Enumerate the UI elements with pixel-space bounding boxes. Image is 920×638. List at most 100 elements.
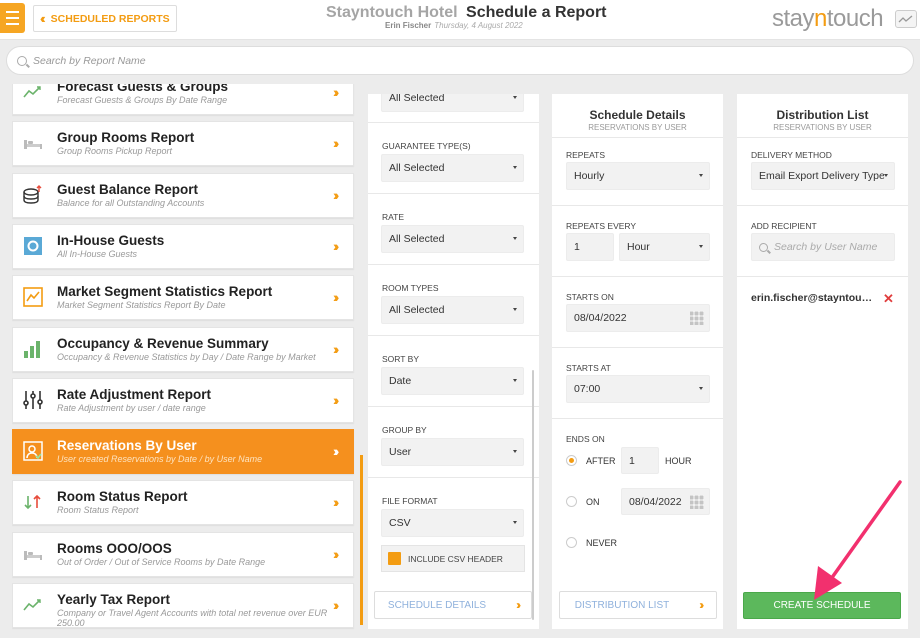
- report-subtitle: Rate Adjustment by user / date range: [57, 402, 206, 413]
- trend-icon: [22, 84, 44, 103]
- top-filter-select[interactable]: All Selected: [381, 94, 524, 112]
- add-recipient-label: ADD RECIPIENT: [751, 221, 817, 231]
- select-value: CSV: [389, 517, 411, 529]
- caret-down-icon: [884, 174, 888, 177]
- guarantee-select[interactable]: All Selected: [381, 154, 524, 182]
- search-icon: [759, 242, 768, 252]
- repeats-unit-select[interactable]: Hour: [619, 233, 710, 261]
- report-list[interactable]: Forecast Guests & Groups Forecast Guests …: [12, 84, 355, 638]
- report-list-item[interactable]: Occupancy & Revenue Summary Occupancy & R…: [12, 326, 354, 372]
- input-value: 1: [574, 241, 580, 253]
- bed-icon: [22, 132, 44, 154]
- ends-on-label: ENDS ON: [566, 434, 605, 444]
- starts-at-select[interactable]: 07:00: [566, 375, 710, 403]
- filter-top: All Selected: [368, 94, 539, 123]
- divider: [552, 137, 723, 138]
- distribution-list-button[interactable]: DISTRIBUTION LIST ››: [559, 591, 717, 619]
- ends-after-count-input[interactable]: 1: [621, 447, 659, 474]
- page-heading: Schedule a Report: [466, 4, 607, 21]
- starts-on-date-input[interactable]: 08/04/2022: [566, 304, 710, 332]
- ends-on-date-input[interactable]: 08/04/2022: [621, 488, 710, 515]
- button-label: CREATE SCHEDULE: [773, 600, 871, 611]
- select-value: All Selected: [389, 233, 445, 245]
- divider: [737, 205, 908, 206]
- room-types-select[interactable]: All Selected: [381, 296, 524, 324]
- rate-label: RATE: [382, 212, 405, 222]
- report-list-item[interactable]: Rooms OOO/OOS Out of Order / Out of Servi…: [12, 531, 354, 577]
- report-title: Market Segment Statistics Report: [57, 284, 273, 300]
- sort-select[interactable]: Date: [381, 367, 524, 395]
- report-list-item[interactable]: Forecast Guests & Groups Forecast Guests …: [12, 84, 354, 115]
- double-chevron-left-icon: ‹‹: [40, 11, 45, 26]
- calendar-icon: [690, 311, 704, 325]
- report-list-item[interactable]: Room Status Report Room Status Report ››: [12, 480, 354, 526]
- search-placeholder: Search by Report Name: [33, 54, 146, 67]
- caret-down-icon: [699, 174, 703, 177]
- select-value: Email Export Delivery Type: [759, 170, 885, 182]
- filters-scrollbar[interactable]: [532, 370, 534, 620]
- repeats-every-input[interactable]: 1: [566, 233, 614, 261]
- report-subtitle: User created Reservations by Date / by U…: [57, 454, 263, 465]
- remove-recipient-icon[interactable]: ✕: [883, 291, 894, 307]
- report-list-item[interactable]: Guest Balance Report Balance for all Outs…: [12, 172, 354, 218]
- schedule-details-button[interactable]: SCHEDULE DETAILS ››: [374, 591, 532, 619]
- repeats-select[interactable]: Hourly: [566, 162, 710, 190]
- caret-down-icon: [513, 379, 517, 382]
- double-chevron-right-icon: ››: [333, 289, 340, 306]
- ends-after-radio[interactable]: [566, 455, 577, 466]
- report-title: Yearly Tax Report: [57, 592, 171, 607]
- guarantee-label: GUARANTEE TYPE(S): [382, 141, 471, 151]
- hamburger-menu-icon[interactable]: [0, 3, 25, 33]
- filter-guarantee: GUARANTEE TYPE(S) All Selected: [368, 123, 539, 194]
- starts-at-label: STARTS AT: [566, 363, 611, 373]
- select-value: Date: [389, 375, 412, 387]
- distribution-list-panel: Distribution List RESERVATIONS BY USER D…: [737, 94, 908, 629]
- caret-down-icon: [513, 450, 517, 453]
- double-chevron-right-icon: ››: [699, 598, 704, 612]
- double-chevron-right-icon: ››: [333, 443, 340, 460]
- repeats-every-label: REPEATS EVERY: [566, 221, 637, 231]
- repeats-label: REPEATS: [566, 150, 606, 160]
- report-list-item[interactable]: In-House Guests All In-House Guests ››: [12, 223, 354, 269]
- line-chart-icon: [22, 286, 44, 308]
- create-schedule-button[interactable]: CREATE SCHEDULE: [743, 592, 901, 619]
- select-value: User: [389, 446, 412, 458]
- include-csv-header-checkbox[interactable]: INCLUDE CSV HEADER: [381, 545, 525, 572]
- divider: [737, 137, 908, 138]
- report-subtitle: Forecast Guests & Groups By Date Range: [57, 95, 228, 105]
- report-list-item[interactable]: Rate Adjustment Report Rate Adjustment by…: [12, 377, 354, 423]
- report-list-item[interactable]: Market Segment Statistics Report Market S…: [12, 275, 354, 321]
- double-chevron-right-icon: ››: [333, 186, 340, 203]
- rate-select[interactable]: All Selected: [381, 225, 524, 253]
- trend-icon: [22, 594, 44, 616]
- scheduled-reports-back-button[interactable]: ‹‹ SCHEDULED REPORTS: [33, 5, 177, 32]
- delivery-method-select[interactable]: Email Export Delivery Type: [751, 162, 895, 190]
- filter-group: GROUP BY User: [368, 407, 539, 478]
- divider: [552, 205, 723, 206]
- report-list-item[interactable]: Reservations By User User created Reserva…: [12, 429, 354, 475]
- logo-part: touch: [826, 5, 884, 32]
- input-value: 08/04/2022: [574, 312, 627, 324]
- inhouse-icon: [22, 235, 44, 257]
- filter-room-types: ROOM TYPES All Selected: [368, 265, 539, 336]
- double-chevron-right-icon: ››: [333, 494, 340, 511]
- report-search-input[interactable]: Search by Report Name: [6, 46, 914, 75]
- double-chevron-right-icon: ››: [333, 135, 340, 152]
- select-value: Hour: [627, 241, 650, 253]
- on-label: ON: [586, 497, 600, 507]
- report-list-item[interactable]: Group Rooms Report Group Rooms Pickup Rep…: [12, 121, 354, 167]
- dashboard-chart-icon[interactable]: [895, 10, 917, 28]
- ends-on-radio[interactable]: [566, 496, 577, 507]
- divider: [737, 276, 908, 277]
- checkbox-checked: [388, 552, 401, 565]
- filter-rate: RATE All Selected: [368, 194, 539, 265]
- report-subtitle: Room Status Report: [57, 505, 139, 516]
- group-select[interactable]: User: [381, 438, 524, 466]
- report-list-item[interactable]: Yearly Tax Report Company or Travel Agent…: [12, 583, 354, 628]
- format-select[interactable]: CSV: [381, 509, 524, 537]
- stayntouch-logo: stayntouch: [772, 5, 884, 33]
- report-title: Room Status Report: [57, 489, 188, 505]
- recipient-search-input[interactable]: Search by User Name: [751, 233, 895, 261]
- ends-never-radio[interactable]: [566, 537, 577, 548]
- report-subtitle: All In-House Guests: [57, 248, 138, 259]
